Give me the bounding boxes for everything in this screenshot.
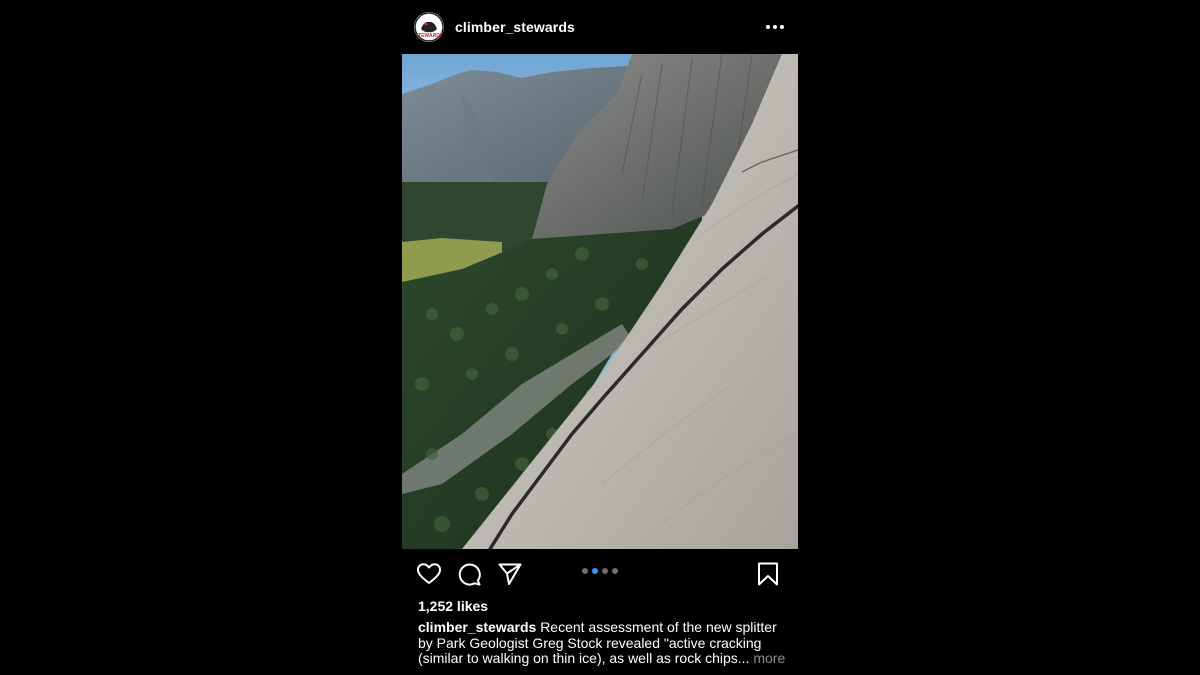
- like-button[interactable]: [416, 561, 442, 587]
- rock-wall-photo: [402, 54, 798, 549]
- caption-more-link[interactable]: more: [753, 650, 785, 666]
- heart-icon: [417, 563, 441, 584]
- climber-stewards-logo-icon: STEWARDS: [414, 12, 444, 42]
- caption-username[interactable]: climber_stewards: [418, 619, 536, 635]
- carousel-dot: [602, 568, 608, 574]
- share-button[interactable]: [497, 561, 523, 587]
- post-username[interactable]: climber_stewards: [455, 19, 575, 35]
- post-image[interactable]: [402, 54, 798, 549]
- post-actions: [402, 549, 798, 597]
- carousel-indicator: [582, 568, 618, 576]
- more-options-button[interactable]: [762, 14, 788, 40]
- post-caption: climber_stewards Recent assessment of th…: [418, 619, 788, 667]
- post-header: STEWARDS climber_stewards: [402, 0, 798, 54]
- likes-count[interactable]: 1,252 likes: [418, 598, 488, 614]
- carousel-dot: [612, 568, 618, 574]
- save-button[interactable]: [755, 561, 781, 587]
- svg-text:STEWARDS: STEWARDS: [415, 33, 444, 39]
- ellipsis-horizontal-icon: [766, 25, 784, 29]
- bookmark-icon: [758, 562, 778, 586]
- send-icon: [498, 563, 522, 585]
- avatar[interactable]: STEWARDS: [414, 12, 444, 42]
- carousel-dot: [592, 568, 598, 574]
- comment-icon: [458, 563, 481, 586]
- instagram-post: STEWARDS climber_stewards 1,252 likes cl…: [402, 0, 798, 675]
- carousel-dot: [582, 568, 588, 574]
- comment-button[interactable]: [456, 561, 482, 587]
